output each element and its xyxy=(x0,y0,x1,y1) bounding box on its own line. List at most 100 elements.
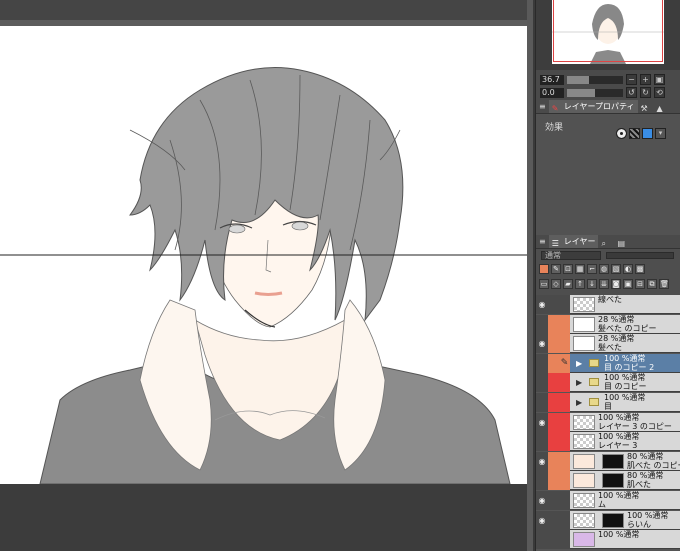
lock-toggle[interactable] xyxy=(548,451,559,471)
layer-color-tag[interactable] xyxy=(559,471,570,491)
lock-toggle[interactable] xyxy=(548,314,559,334)
panel-menu-icon[interactable]: ≡ xyxy=(536,235,549,248)
zoom-slider[interactable] xyxy=(567,75,623,84)
layer-row[interactable]: 28 %通常 髪べた のコピー xyxy=(536,314,680,334)
lock-transparent-icon[interactable]: ▦ xyxy=(575,264,585,274)
layer-color-tag[interactable] xyxy=(559,295,570,314)
layer-color-tag[interactable] xyxy=(559,393,570,412)
mask-icon[interactable]: ◙ xyxy=(611,279,621,289)
reset-rotate-icon[interactable]: ⟲ xyxy=(654,87,665,98)
panel-menu-icon[interactable]: ≡ xyxy=(536,100,549,113)
vertical-scrollbar[interactable] xyxy=(527,0,533,551)
rotate-value[interactable]: 0.0 xyxy=(540,87,564,98)
eye-icon[interactable] xyxy=(536,373,548,393)
tab-sub-tool-detail[interactable]: ⚒ xyxy=(638,100,654,113)
eye-icon[interactable]: ◉ xyxy=(536,491,548,510)
layer-color-tag[interactable] xyxy=(559,412,570,432)
layer-row[interactable]: ◉ 100 %通常 らいん xyxy=(536,510,680,530)
lock-toggle[interactable] xyxy=(548,530,559,550)
eye-icon[interactable]: ◉ xyxy=(536,295,548,314)
fit-view-icon[interactable]: ▣ xyxy=(654,74,665,85)
clip-icon[interactable]: ⌐ xyxy=(587,264,597,274)
layer-row[interactable]: ◉ 100 %通常 レイヤー 3 のコピー xyxy=(536,412,680,432)
border-effect-icon[interactable] xyxy=(616,128,627,139)
zoom-value[interactable]: 36.7 xyxy=(540,74,564,85)
layer-row[interactable]: ▶ 100 %通常目 xyxy=(536,393,680,412)
layer-color-tag[interactable] xyxy=(559,491,570,510)
eye-icon[interactable]: ◉ xyxy=(536,334,548,354)
transparent-icon[interactable]: ▩ xyxy=(635,264,645,274)
layer-color-icon[interactable] xyxy=(642,128,653,139)
lock-toggle[interactable] xyxy=(548,412,559,432)
layer-row[interactable]: ◉ 線べた xyxy=(536,295,680,314)
layer-color-tag[interactable] xyxy=(559,451,570,471)
paint-icon[interactable]: ✎ xyxy=(551,264,561,274)
layer-mask-thumbnail[interactable] xyxy=(602,453,624,469)
eye-icon[interactable] xyxy=(536,393,548,412)
eye-icon[interactable] xyxy=(536,353,548,373)
layer-color-tag[interactable] xyxy=(559,373,570,393)
eye-icon[interactable]: ◉ xyxy=(536,510,548,530)
lock-toggle[interactable] xyxy=(548,373,559,393)
layer-color-tag[interactable] xyxy=(559,314,570,334)
drawing-canvas[interactable] xyxy=(0,26,527,484)
folder-expand-icon[interactable]: ▶ xyxy=(576,378,584,387)
tab-history[interactable]: ▤ xyxy=(614,235,630,248)
rotate-slider[interactable] xyxy=(567,88,623,97)
layer-color-tag[interactable] xyxy=(559,510,570,530)
new-vector-layer-icon[interactable]: ◇ xyxy=(551,279,561,289)
eye-icon[interactable] xyxy=(536,314,548,334)
lock-toggle[interactable] xyxy=(548,393,559,412)
zoom-in-icon[interactable]: + xyxy=(640,74,651,85)
layer-row[interactable]: 100 %通常 xyxy=(536,530,680,550)
layer-row[interactable]: ◉ 28 %通常 髪べた xyxy=(536,334,680,354)
layer-row[interactable]: 100 %通常 レイヤー 3 xyxy=(536,432,680,452)
layer-row[interactable]: 80 %通常 肌べた xyxy=(536,471,680,491)
layer-color-tag[interactable]: ✎ xyxy=(559,353,570,373)
eye-icon[interactable]: ◉ xyxy=(536,451,548,471)
apply-mask-icon[interactable]: ▣ xyxy=(623,279,633,289)
eye-icon[interactable] xyxy=(536,530,548,550)
reference-icon[interactable]: ◍ xyxy=(599,264,609,274)
tab-search[interactable]: ⌕ xyxy=(598,235,614,248)
zoom-out-icon[interactable]: − xyxy=(626,74,637,85)
lock-toggle[interactable] xyxy=(548,353,559,373)
layer-color-tag[interactable] xyxy=(559,432,570,452)
eye-icon[interactable] xyxy=(536,432,548,452)
opacity-slider[interactable] xyxy=(606,252,674,259)
navigator-view-frame[interactable] xyxy=(553,0,663,62)
layer-color-tag[interactable] xyxy=(559,334,570,354)
eye-icon[interactable] xyxy=(536,471,548,491)
chevron-down-icon[interactable]: ▾ xyxy=(655,128,666,139)
trash-icon[interactable]: 🗑 xyxy=(659,279,669,289)
ruler-icon[interactable]: ⊟ xyxy=(635,279,645,289)
lock-toggle[interactable] xyxy=(548,471,559,491)
layer-row[interactable]: ◉ 80 %通常 肌べた のコピー xyxy=(536,451,680,471)
tab-layer-property[interactable]: ✎ レイヤープロパティ xyxy=(548,100,638,113)
eye-icon[interactable]: ◉ xyxy=(536,412,548,432)
lock-toggle[interactable] xyxy=(548,432,559,452)
lock-toggle[interactable] xyxy=(548,491,559,510)
move-up-icon[interactable]: ↑ xyxy=(575,279,585,289)
lock-toggle[interactable] xyxy=(548,295,559,314)
layer-row[interactable]: ✎ ▶ 100 %通常目 のコピー 2 xyxy=(536,353,680,373)
canvas-area[interactable] xyxy=(0,0,533,551)
blend-mode-select[interactable]: 通常 xyxy=(541,251,601,260)
layer-color-swatch[interactable] xyxy=(539,264,549,274)
layer-row[interactable]: ▶ 100 %通常目 のコピー xyxy=(536,373,680,393)
layer-color-tag[interactable] xyxy=(559,530,570,550)
tab-layer[interactable]: ☰ レイヤー xyxy=(548,235,599,248)
lock-toggle[interactable] xyxy=(548,334,559,354)
lock-icon[interactable]: ⊡ xyxy=(563,264,573,274)
folder-expand-icon[interactable]: ▶ xyxy=(576,359,584,368)
palette-icon[interactable]: ◐ xyxy=(623,264,633,274)
move-down-icon[interactable]: ↓ xyxy=(587,279,597,289)
layer-mask-thumbnail[interactable] xyxy=(602,473,624,489)
lock-toggle[interactable] xyxy=(548,510,559,530)
layer-mask-thumbnail[interactable] xyxy=(602,512,624,528)
folder-expand-icon[interactable]: ▶ xyxy=(576,398,584,407)
rotate-left-icon[interactable]: ↺ xyxy=(626,87,637,98)
tone-effect-icon[interactable] xyxy=(629,128,640,139)
layer-row[interactable]: ◉ 100 %通常ム xyxy=(536,491,680,510)
new-layer-icon[interactable]: ▭ xyxy=(539,279,549,289)
